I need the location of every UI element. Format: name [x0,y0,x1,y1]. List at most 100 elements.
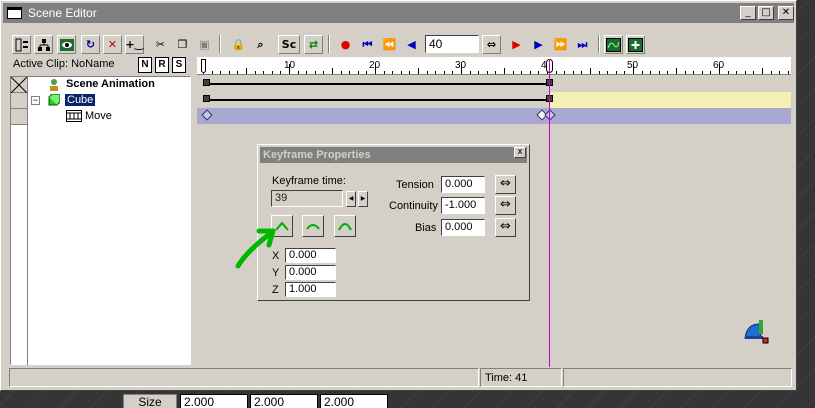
prev-key-icon[interactable]: ⏪ [380,35,399,54]
size-y-field[interactable]: 2.000 [250,394,318,408]
scene-icon[interactable] [57,35,76,54]
ruler-tick [762,68,763,74]
step-back-icon[interactable]: ◀ [402,35,421,54]
ruler-label-10: 10 [284,60,296,71]
key-start[interactable] [203,95,210,102]
bias-field[interactable]: 0.000 [441,219,485,236]
ruler-tick [211,71,213,74]
ruler-tick [529,71,531,74]
ruler-tick [246,68,247,74]
tension-field[interactable]: 0.000 [441,176,485,193]
ruler-tick [486,71,488,74]
delete-icon[interactable]: ✕ [103,35,122,54]
ease-smooth-button[interactable] [334,215,356,237]
continuity-field[interactable]: -1.000 [441,197,485,214]
time-decrement-button[interactable]: ◀ [346,191,356,207]
collapse-toggle[interactable]: − [31,96,40,105]
next-key-icon[interactable]: ⏩ [551,35,570,54]
key-start[interactable] [203,79,210,86]
ruler-tick [237,71,239,74]
ruler-tick [254,71,256,74]
ease-in-button[interactable] [302,215,324,237]
tree-item-move[interactable]: Move [85,110,112,122]
ruler-tick [271,71,273,74]
ruler-tick [684,71,686,74]
insert-icon[interactable]: +‿ [125,35,144,54]
ruler-tick [469,71,471,74]
time-ruler[interactable]: 10 20 30 40 50 60 [197,57,791,75]
ruler-tick [332,68,333,74]
size-x-field[interactable]: 2.000 [180,394,248,408]
clip-button-r[interactable]: R [155,57,169,73]
swap-arrows-icon[interactable]: ⇔ [482,35,501,54]
sc-button[interactable]: Sc [278,35,300,54]
frame-input[interactable]: 40 [425,35,479,53]
tree-item-scene-animation[interactable]: Scene Animation [66,78,155,90]
tension-swap-button[interactable]: ⇔ [495,175,516,194]
status-cell-right [563,368,792,387]
ruler-tick [555,71,557,74]
status-cell-empty [9,368,479,387]
cut-icon[interactable]: ✂ [151,35,170,54]
ruler-tick [581,71,583,74]
curve-editor-icon[interactable] [604,35,623,54]
go-start-icon[interactable]: ⏮ [358,35,377,54]
ruler-tick [392,71,394,74]
ruler-tick [770,71,772,74]
ruler-tick [607,71,609,74]
gutter-cell-cube[interactable] [11,93,27,109]
dialog-title: Keyframe Properties [260,147,527,163]
paste-icon[interactable]: ▣ [195,35,214,54]
keyframe-time-field[interactable]: 39 [271,190,343,207]
ruler-tick [263,71,265,74]
x-field[interactable]: 0.000 [285,248,336,263]
z-field[interactable]: 1.000 [285,282,336,297]
ruler-tick [615,71,617,74]
refresh-icon[interactable]: ↻ [81,35,100,54]
y-field[interactable]: 0.000 [285,265,336,280]
play-icon[interactable]: ▶ [529,35,548,54]
ruler-label-30: 30 [455,60,467,71]
ruler-tick [779,71,781,74]
ruler-tick [357,71,359,74]
copy-icon[interactable]: ❐ [173,35,192,54]
annotation-arrow-icon [235,228,276,269]
ruler-tick [323,71,325,74]
gutter-cell-move[interactable] [11,109,27,125]
maximize-button[interactable]: □ [758,6,774,20]
properties-icon[interactable] [12,35,31,54]
size-z-field[interactable]: 2.000 [320,394,388,408]
keyframe-diamond[interactable] [544,109,556,121]
ruler-tick [512,71,514,74]
ruler-tick [693,71,695,74]
keyframe-diamond[interactable] [201,109,213,121]
track-move[interactable] [197,108,791,124]
track-scene-animation[interactable] [197,76,791,92]
lock-icon[interactable]: 🔒 [229,35,248,54]
clip-button-s[interactable]: S [172,57,186,73]
minimize-button[interactable]: _ [740,6,756,20]
ruler-tick [598,71,600,74]
clip-button-n[interactable]: N [138,57,152,73]
ruler-tick [297,71,299,74]
zoom-fit-icon[interactable]: ⌕ [251,35,270,54]
record-icon[interactable]: ● [336,35,355,54]
tree-item-cube[interactable]: Cube [65,94,96,106]
close-button[interactable]: ✕ [778,6,794,20]
swap-icon[interactable]: ⇄ [304,35,323,54]
step-forward-icon[interactable]: ▶ [507,35,526,54]
ruler-tick [314,71,316,74]
time-increment-button[interactable]: ▶ [358,191,368,207]
go-end-icon[interactable]: ⏭ [573,35,592,54]
playhead-line[interactable] [549,59,550,367]
add-track-icon[interactable] [626,35,645,54]
range-start-marker[interactable] [201,59,206,73]
ruler-tick [452,71,454,74]
gutter-cell-root[interactable] [10,76,28,94]
hierarchy-icon[interactable] [34,35,53,54]
dialog-close-button[interactable]: x [514,147,526,158]
continuity-swap-button[interactable]: ⇔ [495,196,516,215]
bias-swap-button[interactable]: ⇔ [495,218,516,237]
ruler-label-60: 60 [713,60,725,71]
track-cube[interactable] [197,92,791,108]
